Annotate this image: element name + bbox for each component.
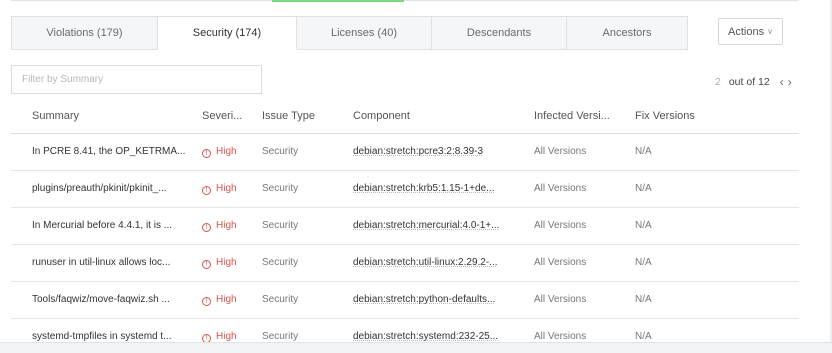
severity-label: High — [216, 331, 237, 342]
tab-violations[interactable]: Violations (179) — [11, 16, 158, 50]
component-link[interactable]: debian:stretch:python-defaults... — [353, 294, 495, 305]
bottom-scroll-area — [0, 342, 832, 353]
table-row[interactable]: Tools/faqwiz/move-faqwiz.sh ... ! High Se… — [11, 282, 799, 319]
summary-cell: systemd-tmpfiles in systemd t... — [32, 331, 172, 342]
alert-circle-icon: ! — [202, 297, 211, 306]
summary-cell: Tools/faqwiz/move-faqwiz.sh ... — [32, 294, 170, 305]
fix-versions-cell: N/A — [635, 331, 652, 342]
alert-circle-icon: ! — [202, 149, 211, 158]
table-row[interactable]: In Mercurial before 4.4.1, it is ... ! Hi… — [11, 208, 799, 245]
table-row[interactable]: systemd-tmpfiles in systemd t... ! High S… — [11, 319, 799, 342]
tab-licenses[interactable]: Licenses (40) — [297, 16, 432, 50]
infected-versions-cell: All Versions — [534, 183, 587, 194]
tab-label: Violations — [46, 27, 94, 39]
alert-circle-icon: ! — [202, 334, 211, 342]
alert-circle-icon: ! — [202, 186, 211, 195]
chevron-down-icon: ∨ — [767, 27, 773, 36]
infected-versions-cell: All Versions — [534, 257, 587, 268]
page-total: out of 12 — [728, 76, 770, 88]
tab-count: (179) — [96, 27, 123, 39]
infected-versions-cell: All Versions — [534, 331, 587, 342]
severity-cell: ! High — [202, 183, 237, 195]
fix-versions-cell: N/A — [635, 220, 652, 231]
table-row[interactable]: In PCRE 8.41, the OP_KETRMA... ! High Sec… — [11, 134, 799, 171]
alert-circle-icon: ! — [202, 260, 211, 269]
column-header-summary[interactable]: Summary — [32, 110, 79, 122]
filter-summary-input[interactable] — [11, 65, 262, 94]
infected-versions-cell: All Versions — [534, 294, 587, 305]
column-header-fix-versions[interactable]: Fix Versions — [635, 110, 695, 122]
severity-cell: ! High — [202, 257, 237, 269]
tab-label: Licenses — [331, 27, 375, 39]
severity-cell: ! High — [202, 331, 237, 342]
severity-label: High — [216, 294, 237, 305]
infected-versions-cell: All Versions — [534, 146, 587, 157]
component-link[interactable]: debian:stretch:mercurial:4.0-1+... — [353, 220, 499, 231]
issue-type-cell: Security — [262, 220, 299, 231]
summary-cell: plugins/preauth/pkinit/pkinit_... — [32, 183, 167, 194]
component-link[interactable]: debian:stretch:util-linux:2.29.2-... — [353, 257, 498, 268]
severity-label: High — [216, 183, 237, 194]
tab-descendants[interactable]: Descendants — [432, 16, 567, 50]
issue-type-cell: Security — [262, 294, 299, 305]
severity-label: High — [216, 257, 237, 268]
pagination: 2 out of 12 ‹ › — [715, 76, 794, 88]
tab-security[interactable]: Security (174) — [158, 16, 297, 50]
fix-versions-cell: N/A — [635, 257, 652, 268]
issue-type-cell: Security — [262, 146, 299, 157]
component-link[interactable]: debian:stretch:systemd:232-25... — [353, 331, 498, 342]
fix-versions-cell: N/A — [635, 146, 652, 157]
tab-bar: Violations (179) Security (174) Licenses (4… — [11, 16, 688, 50]
table-header: Summary Severi... Issue Type Component I… — [11, 100, 799, 134]
severity-cell: ! High — [202, 294, 237, 306]
summary-cell: In Mercurial before 4.4.1, it is ... — [32, 220, 173, 231]
column-header-infected-versions[interactable]: Infected Versi... — [534, 110, 610, 122]
summary-cell: runuser in util-linux allows loc... — [32, 257, 171, 268]
prev-page-icon[interactable]: ‹ — [780, 76, 784, 88]
column-header-issue-type[interactable]: Issue Type — [262, 110, 315, 122]
next-page-icon[interactable]: › — [788, 76, 792, 88]
actions-label: Actions — [728, 25, 765, 38]
fix-versions-cell: N/A — [635, 294, 652, 305]
tab-count: (40) — [377, 27, 397, 39]
table-row[interactable]: plugins/preauth/pkinit/pkinit_... ! High … — [11, 171, 799, 208]
component-link[interactable]: debian:stretch:pcre3:2:8.39-3 — [353, 146, 483, 157]
component-link[interactable]: debian:stretch:krb5:1.15-1+de... — [353, 183, 494, 194]
issue-type-cell: Security — [262, 183, 299, 194]
tab-count: (174) — [235, 27, 262, 39]
severity-label: High — [216, 146, 237, 157]
severity-cell: ! High — [202, 220, 237, 232]
infected-versions-cell: All Versions — [534, 220, 587, 231]
severity-label: High — [216, 220, 237, 231]
table-row[interactable]: runuser in util-linux allows loc... ! Hig… — [11, 245, 799, 282]
tab-ancestors[interactable]: Ancestors — [567, 16, 688, 50]
tab-label: Descendants — [466, 27, 532, 39]
top-divider — [11, 0, 799, 1]
current-page: 2 — [715, 76, 721, 88]
issue-type-cell: Security — [262, 257, 299, 268]
active-section-indicator — [272, 0, 404, 2]
actions-dropdown-button[interactable]: Actions ∨ — [718, 18, 783, 45]
issue-type-cell: Security — [262, 331, 299, 342]
severity-cell: ! High — [202, 146, 237, 158]
column-header-severity[interactable]: Severi... — [202, 110, 242, 122]
fix-versions-cell: N/A — [635, 183, 652, 194]
alert-circle-icon: ! — [202, 223, 211, 232]
summary-cell: In PCRE 8.41, the OP_KETRMA... — [32, 146, 186, 157]
tab-label: Security — [192, 27, 233, 39]
column-header-component[interactable]: Component — [353, 110, 410, 122]
tab-label: Ancestors — [602, 27, 652, 39]
